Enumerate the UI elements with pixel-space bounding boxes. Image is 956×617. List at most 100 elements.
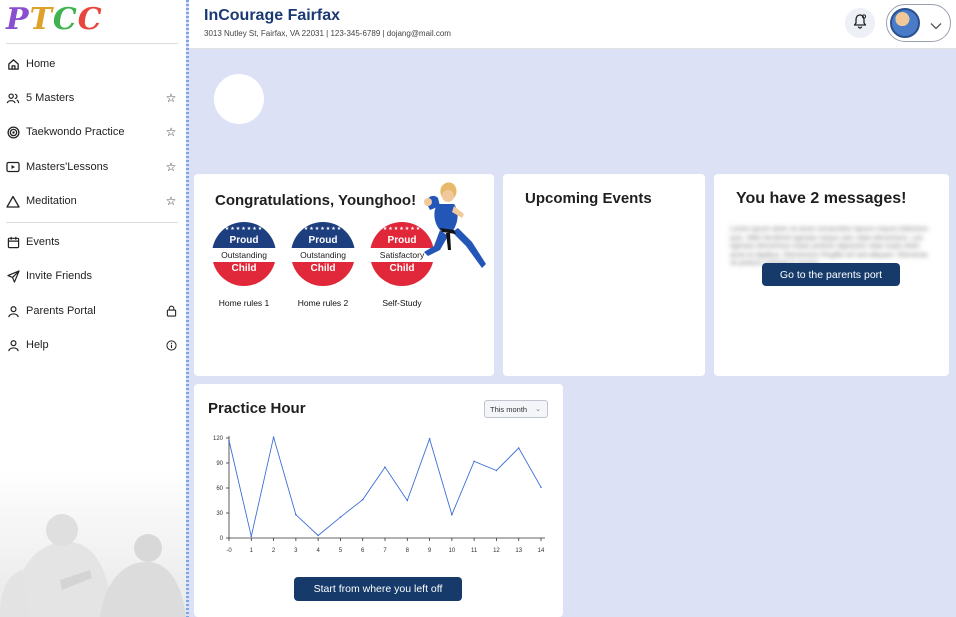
home-icon — [6, 57, 20, 71]
practice-hour-title: Practice Hour — [208, 400, 306, 417]
sidebar-item-5-masters[interactable]: 5 Masters ☆ — [0, 84, 186, 112]
school-contact-info: 3013 Nutley St, Fairfax, VA 22031 | 123-… — [204, 29, 451, 38]
badge-stars: ★★★★★★★ — [303, 226, 343, 232]
x-tick-label: 9 — [428, 548, 432, 554]
logo-letter: C — [77, 2, 103, 37]
data-point — [428, 438, 431, 440]
x-tick-label: 7 — [383, 548, 387, 554]
x-tick-label: 4 — [316, 548, 320, 554]
data-point — [517, 447, 520, 449]
period-select-value: This month — [490, 404, 528, 414]
target-icon — [6, 125, 20, 139]
x-tick-label: 8 — [406, 548, 410, 554]
sidebar-item-events[interactable]: Events — [0, 228, 186, 256]
logo-letter: T — [29, 2, 53, 37]
badge-bottom: Child — [212, 262, 276, 286]
y-tick-label: 30 — [216, 511, 223, 517]
user-menu[interactable] — [886, 4, 951, 42]
period-select[interactable]: This month ⌄ — [484, 400, 548, 418]
x-tick-label: 13 — [515, 548, 522, 554]
brand-logo[interactable]: PTCC — [6, 2, 103, 37]
data-point — [295, 513, 297, 516]
video-icon — [6, 160, 20, 174]
chevron-down-icon: ⌄ — [535, 406, 541, 413]
data-point — [495, 469, 498, 472]
y-tick-label: 90 — [216, 461, 223, 467]
badge-stars: ★★★★★★★ — [224, 226, 264, 232]
data-point — [339, 516, 342, 518]
sidebar-item-home[interactable]: Home — [0, 50, 186, 78]
star-icon[interactable]: ☆ — [164, 125, 178, 139]
sidebar-item-invite-friends[interactable]: Invite Friends — [0, 262, 186, 290]
data-point — [361, 498, 364, 501]
badge-caption: Self-Study — [382, 298, 422, 308]
star-icon[interactable]: ☆ — [164, 91, 178, 105]
profile-photo-placeholder[interactable] — [214, 74, 264, 124]
sidebar-item-parents-portal[interactable]: Parents Portal — [0, 297, 186, 325]
sidebar-item-label: Meditation — [26, 195, 77, 207]
sidebar-item-label: Masters'Lessons — [26, 161, 109, 173]
sidebar-item-label: Help — [26, 339, 49, 351]
logo-letter: P — [6, 2, 30, 37]
x-tick-label: 11 — [471, 548, 478, 554]
upcoming-events-title: Upcoming Events — [525, 190, 652, 207]
data-point — [250, 535, 253, 538]
sidebar-item-label: Parents Portal — [26, 305, 96, 317]
calendar-icon — [6, 235, 20, 249]
sidebar-item-label: Events — [26, 236, 60, 248]
resume-practice-button[interactable]: Start from where you left off — [294, 577, 462, 601]
badge-caption: Home rules 2 — [297, 298, 349, 308]
sidebar-item-label: 5 Masters — [26, 92, 75, 104]
x-tick-label: 3 — [294, 548, 298, 554]
sidebar-divider — [6, 43, 178, 44]
x-tick-label: 14 — [538, 548, 545, 554]
star-icon[interactable]: ☆ — [164, 194, 178, 208]
sidebar-item-label: Home — [26, 58, 56, 70]
badge-home-rules-1: Proud ★★★★★★★ Outstanding Child — [212, 222, 276, 286]
sidebar-item-label: Invite Friends — [26, 270, 93, 282]
practice-hour-chart: 0306090120-0 1 2 3 4 5 6 7 8 9 10 11 12 13 14 — [213, 436, 545, 554]
info-icon[interactable] — [164, 338, 178, 352]
data-point — [406, 499, 409, 502]
x-tick-label: 1 — [250, 548, 254, 554]
send-icon — [6, 269, 20, 283]
data-point — [384, 466, 386, 468]
y-tick-label: 0 — [220, 536, 224, 542]
x-tick-label: -0 — [226, 548, 232, 554]
sidebar: PTCC Home 5 Masters ☆ Taekwondo Practice… — [0, 0, 186, 617]
x-tick-label: 10 — [449, 548, 456, 554]
badge-middle: Outstanding — [212, 248, 276, 262]
y-tick-label: 120 — [213, 436, 224, 442]
sidebar-item-label: Taekwondo Practice — [26, 126, 125, 138]
badge-home-rules-2: Proud ★★★★★★★ Outstanding Child — [291, 222, 355, 286]
sidebar-border — [186, 0, 189, 617]
congratulations-title: Congratulations, Younghoo! — [215, 192, 417, 209]
x-tick-label: 5 — [339, 548, 343, 554]
triangle-icon — [6, 194, 20, 208]
sidebar-divider — [6, 222, 178, 223]
y-tick-label: 60 — [216, 486, 223, 492]
page-title: InCourage Fairfax — [204, 7, 341, 24]
data-point — [451, 513, 453, 516]
sidebar-item-masters-lessons[interactable]: Masters'Lessons ☆ — [0, 153, 186, 181]
data-point — [540, 486, 542, 488]
sidebar-item-help[interactable]: Help — [0, 331, 186, 359]
martial-arts-background-illustration — [0, 470, 186, 617]
practice-hours-line — [228, 437, 542, 537]
logo-letter: C — [52, 2, 78, 37]
chevron-down-icon — [930, 17, 942, 35]
x-tick-label: 12 — [493, 548, 500, 554]
sidebar-item-meditation[interactable]: Meditation ☆ — [0, 187, 186, 215]
parents-portal-button[interactable]: Go to the parents port — [762, 263, 900, 286]
bell-icon — [852, 13, 868, 34]
sidebar-item-taekwondo-practice[interactable]: Taekwondo Practice ☆ — [0, 118, 186, 146]
star-icon[interactable]: ☆ — [164, 160, 178, 174]
notification-button[interactable] — [845, 8, 875, 38]
messages-title: You have 2 messages! — [736, 190, 907, 207]
avatar — [890, 8, 920, 38]
user-icon — [6, 304, 20, 318]
taekwondo-mascot-illustration — [424, 182, 486, 268]
x-tick-label: 6 — [361, 548, 365, 554]
badge-middle: Outstanding — [291, 248, 355, 262]
user-icon — [6, 338, 20, 352]
